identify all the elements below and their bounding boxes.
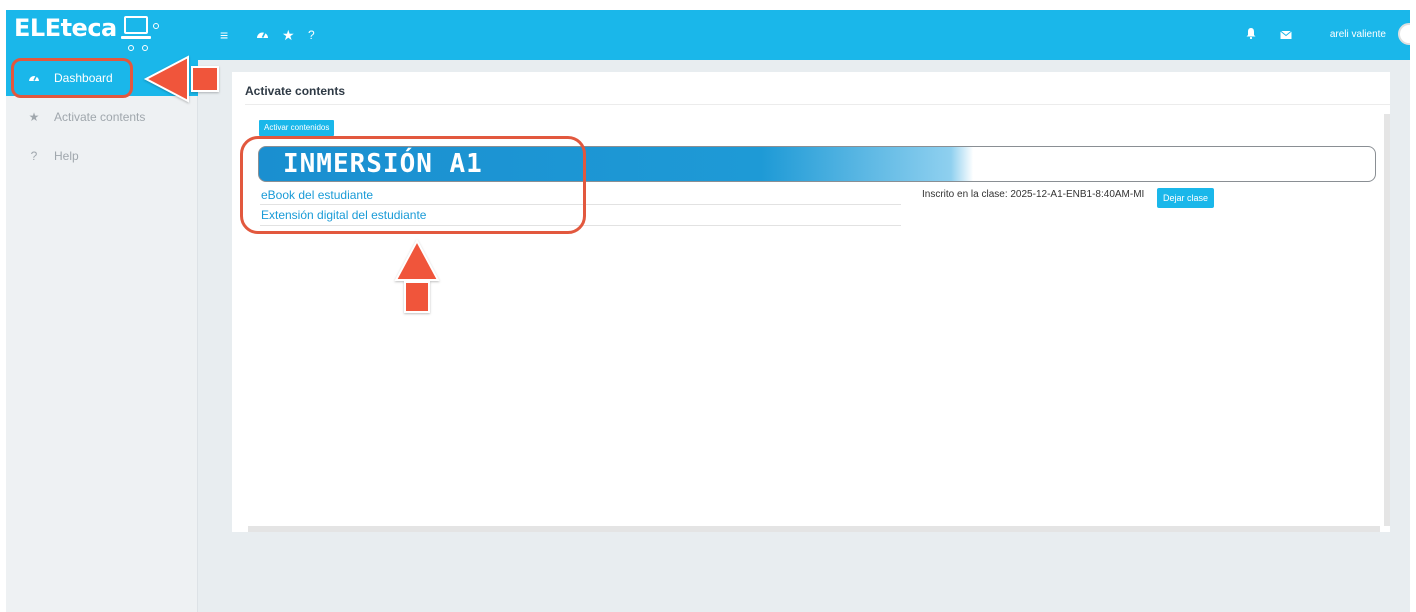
course-highlight [240,136,586,234]
logo-text: ELEteca [14,14,117,42]
star-icon: ★ [28,110,40,124]
avatar[interactable] [1398,23,1410,45]
menu-icon[interactable]: ≡ [220,27,228,43]
enrolled-class-text: Inscrito en la clase: 2025-12-A1-ENB1-8:… [922,189,1145,200]
leave-class-button[interactable]: Dejar clase [1157,188,1215,208]
help-icon: ? [30,149,38,163]
app-window: ELEteca ≡ ★ ? areli valiente Dashboard ★… [6,10,1410,612]
bell-icon[interactable] [1246,27,1256,43]
left-arrow-icon [143,55,219,103]
up-arrow-icon [394,238,440,313]
scrollbar[interactable] [1384,114,1390,526]
envelope-icon[interactable] [1280,27,1292,43]
top-bar: ELEteca ≡ ★ ? areli valiente [6,10,1410,60]
activate-contents-button[interactable]: Activar contenidos [259,120,335,136]
sidebar-item-activate-contents[interactable]: ★ Activate contents [6,99,198,135]
dashboard-icon[interactable] [256,27,269,43]
sidebar-item-label: Help [54,149,79,163]
user-name[interactable]: areli valiente [1330,29,1386,40]
star-icon[interactable]: ★ [282,27,295,43]
sidebar-item-help[interactable]: ? Help [6,138,198,174]
logo[interactable]: ELEteca [14,14,167,56]
help-icon[interactable]: ? [308,27,315,43]
dashboard-highlight [11,58,133,98]
divider [245,104,1390,105]
laptop-logo-icon [120,14,167,56]
horizontal-scrollbar[interactable] [248,526,1380,532]
sidebar: Dashboard ★ Activate contents ? Help [6,60,198,612]
page-title: Activate contents [245,84,346,98]
sidebar-item-label: Activate contents [54,110,146,124]
